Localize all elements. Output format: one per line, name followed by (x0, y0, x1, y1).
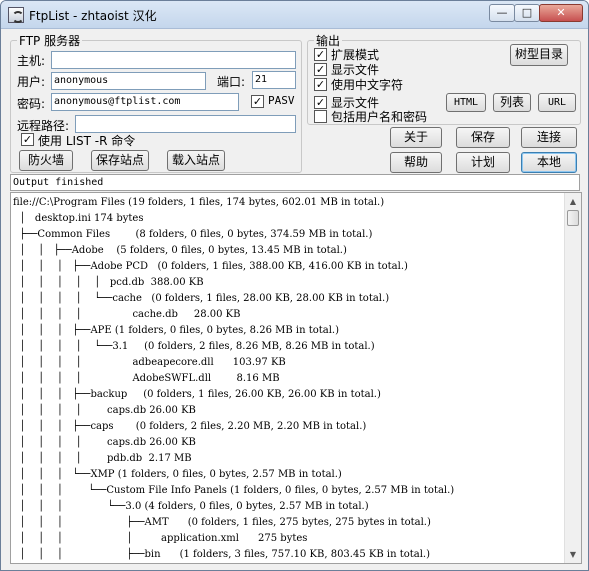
output-line: │ │ │ │ caps.db 26.00 KB (13, 405, 196, 416)
user-input[interactable]: anonymous (51, 72, 206, 90)
save-button[interactable]: 保存 (456, 127, 510, 148)
port-input[interactable]: 21 (252, 71, 296, 89)
status-bar: Output finished (10, 174, 580, 191)
save-site-button[interactable]: 保存站点 (91, 150, 149, 171)
pasv-checkbox[interactable]: ✓ (251, 95, 264, 108)
expand-mode-checkbox[interactable]: ✓ (314, 48, 327, 61)
use-chinese-label: 使用中文字符 (331, 78, 404, 92)
output-line: │ │ │ ├──AMT (0 folders, 1 files, 275 by… (13, 517, 431, 528)
output-line: │ desktop.ini 174 bytes (13, 213, 144, 224)
show-files-2-checkbox[interactable]: ✓ (314, 96, 327, 109)
output-line: │ │ │ │ │ pcd.db 388.00 KB (13, 277, 204, 288)
output-lines: file://C:\Program Files (19 folders, 1 f… (13, 195, 565, 563)
output-line: │ │ ├──Adobe (5 folders, 0 files, 0 byte… (13, 245, 347, 256)
host-input[interactable] (51, 51, 296, 69)
schedule-button[interactable]: 计划 (456, 152, 510, 173)
password-input[interactable]: anonymous@ftplist.com (51, 93, 239, 111)
remote-path-input[interactable] (75, 115, 296, 133)
output-line: │ │ │ ├──APE (1 folders, 0 files, 0 byte… (13, 325, 339, 336)
output-line: file://C:\Program Files (19 folders, 1 f… (13, 197, 385, 208)
output-line: │ │ │ └──Custom File Info Panels (1 fold… (13, 485, 455, 496)
pasv-label: PASV (268, 94, 295, 107)
include-credentials-label: 包括用户名和密码 (331, 110, 428, 124)
output-line: │ │ │ └──3.0 (4 folders, 0 files, 0 byte… (13, 501, 369, 512)
output-line: │ │ │ │ application.xml 275 bytes (13, 533, 308, 544)
output-line: │ │ │ │ └──cache (0 folders, 1 files, 28… (13, 293, 390, 304)
use-chinese-checkbox[interactable]: ✓ (314, 78, 327, 91)
about-button[interactable]: 关于 (390, 127, 442, 148)
html-button[interactable]: HTML (446, 93, 486, 112)
output-line: │ │ │ └──XMP (1 folders, 0 files, 0 byte… (13, 469, 342, 480)
output-line: │ │ │ │ AdobeSWFL.dll 8.16 MB (13, 373, 280, 384)
load-site-button[interactable]: 载入站点 (167, 150, 225, 171)
ftp-server-legend: FTP 服务器 (19, 34, 81, 48)
help-button[interactable]: 帮助 (390, 152, 442, 173)
output-listing[interactable]: file://C:\Program Files (19 folders, 1 f… (10, 192, 582, 564)
host-label: 主机: (17, 54, 46, 68)
tree-directory-button[interactable]: 树型目录 (510, 44, 568, 66)
output-line: │ │ │ │ caps.db 26.00 KB (13, 437, 196, 448)
output-line: ├──Common Files (8 folders, 0 files, 0 b… (13, 229, 373, 240)
output-line: │ │ │ ├──caps (0 folders, 2 files, 2.20 … (13, 421, 367, 432)
output-line: │ │ │ ├──bin (1 folders, 3 files, 757.10… (13, 549, 430, 560)
close-button[interactable]: ✕ (539, 4, 583, 22)
output-line: │ │ │ │ cache.db 28.00 KB (13, 309, 241, 320)
output-line: │ │ │ │ adbeapecore.dll 103.97 KB (13, 357, 286, 368)
local-button[interactable]: 本地 (521, 152, 577, 173)
scroll-up-arrow-icon[interactable]: ▲ (565, 193, 581, 210)
use-list-r-checkbox[interactable]: ✓ (21, 133, 34, 146)
password-label: 密码: (17, 97, 46, 111)
include-credentials-checkbox[interactable] (314, 110, 327, 123)
window-title: FtpList - zhtaoist 汉化 (29, 9, 157, 23)
show-files-checkbox[interactable]: ✓ (314, 63, 327, 76)
ftplist-app-icon (8, 7, 24, 23)
ftplist-window: FtpList - zhtaoist 汉化 — □ ✕ FTP 服务器 主机: … (0, 0, 589, 571)
title-bar[interactable]: FtpList - zhtaoist 汉化 — □ ✕ (1, 1, 588, 29)
list-button[interactable]: 列表 (493, 93, 531, 112)
scroll-thumb[interactable] (567, 210, 579, 226)
output-line: │ │ │ │ pdb.db 2.17 MB (13, 453, 192, 464)
minimize-button[interactable]: — (489, 4, 515, 22)
url-button[interactable]: URL (538, 93, 576, 112)
output-line: │ │ │ ├──backup (0 folders, 1 files, 26.… (13, 389, 381, 400)
firewall-button[interactable]: 防火墙 (19, 150, 73, 171)
vertical-scrollbar[interactable]: ▲ ▼ (564, 193, 581, 563)
use-list-r-label: 使用 LIST -R 命令 (38, 134, 136, 148)
user-label: 用户: (17, 75, 46, 89)
output-line: │ │ │ │ └──3.1 (0 folders, 2 files, 8.26… (13, 341, 375, 352)
port-label: 端口: (217, 75, 246, 89)
scroll-down-arrow-icon[interactable]: ▼ (565, 546, 581, 563)
connect-button[interactable]: 连接 (521, 127, 577, 148)
maximize-button[interactable]: □ (514, 4, 540, 22)
output-line: │ │ │ ├──Adobe PCD (0 folders, 1 files, … (13, 261, 408, 272)
